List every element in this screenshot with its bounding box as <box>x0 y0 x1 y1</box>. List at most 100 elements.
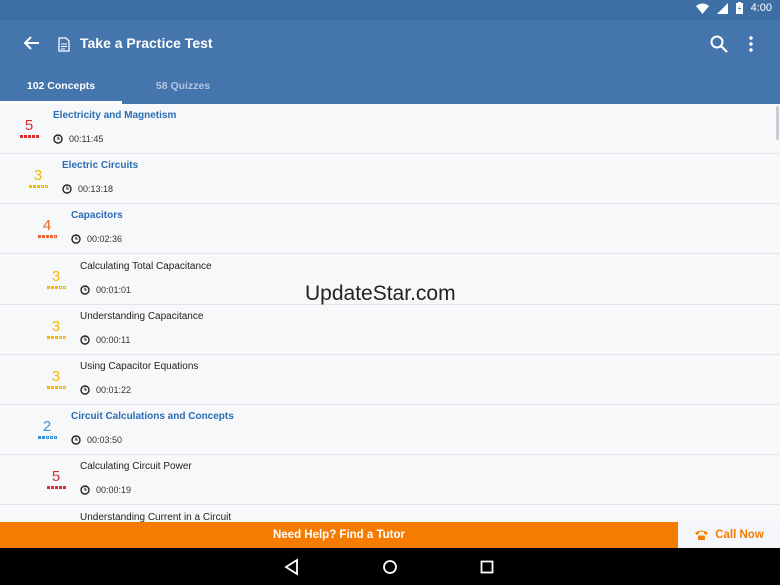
item-duration: 00:11:45 <box>53 134 103 144</box>
watermark: UpdateStar.com <box>305 282 456 305</box>
item-duration: 00:01:01 <box>80 285 131 295</box>
back-arrow-icon[interactable] <box>22 33 42 53</box>
score-level-cell <box>46 285 50 289</box>
score-level-cell <box>46 335 50 339</box>
score-level-bars <box>34 436 60 440</box>
score-level-bars <box>43 386 69 389</box>
score-level-cell <box>58 486 62 490</box>
score-level-bars <box>16 135 42 138</box>
score-badge: 3 <box>43 267 69 289</box>
item-duration: 00:01:22 <box>80 385 131 395</box>
item-title: Using Capacitor Equations <box>80 361 199 372</box>
item-duration: 00:00:19 <box>80 485 131 495</box>
score-level-cell <box>54 386 58 389</box>
score-level-cell <box>46 386 50 389</box>
concept-list: 5 Electricity and Magnetism 00:11:45 3 Elect… <box>0 104 780 522</box>
score-level-cell <box>31 135 35 138</box>
find-tutor-button[interactable]: Need Help? Find a Tutor <box>0 522 678 548</box>
list-item[interactable]: 5 Electricity and Magnetism 00:11:45 <box>0 104 780 154</box>
duration-text: 00:02:36 <box>87 234 123 245</box>
score-level-cell <box>44 185 48 189</box>
battery-icon <box>735 2 743 14</box>
score-level-bars <box>43 335 69 339</box>
score-number: 3 <box>51 267 61 285</box>
clock-icon <box>80 485 90 496</box>
score-level-cell <box>23 135 27 138</box>
tab-bar: 102 Concepts 58 Quizzes <box>0 68 780 104</box>
score-number: 5 <box>24 117 34 134</box>
score-level-cell <box>49 235 53 239</box>
score-number: 3 <box>51 368 61 385</box>
score-level-cell <box>49 436 53 440</box>
score-badge: 3 <box>43 318 69 339</box>
item-duration: 00:02:36 <box>71 234 122 244</box>
score-number: 4 <box>42 217 52 235</box>
score-level-cell <box>62 486 66 490</box>
score-badge: 5 <box>16 118 42 138</box>
score-level-cell <box>53 235 57 239</box>
score-level-bars <box>43 486 69 490</box>
clock-icon <box>71 234 81 245</box>
score-level-cell <box>50 486 54 490</box>
home-circle-icon[interactable] <box>381 558 399 576</box>
document-icon <box>58 37 70 52</box>
duration-text: 00:13:18 <box>78 184 114 195</box>
call-now-button[interactable]: Call Now <box>678 522 780 548</box>
tab-concepts[interactable]: 102 Concepts <box>0 68 122 104</box>
call-now-label: Call Now <box>715 529 764 541</box>
score-level-cell <box>54 335 58 339</box>
score-level-cell <box>41 235 45 239</box>
score-level-cell <box>37 235 41 239</box>
status-bar: 4:00 <box>0 0 780 20</box>
score-level-cell <box>62 285 66 289</box>
recents-square-icon[interactable] <box>478 558 496 576</box>
clock-icon <box>80 385 90 395</box>
list-item[interactable]: 3 Electric Circuits 00:13:18 <box>0 154 780 205</box>
clock-icon <box>80 335 90 345</box>
more-vert-icon[interactable] <box>743 35 759 53</box>
duration-text: 00:00:19 <box>96 485 132 496</box>
wifi-icon <box>695 3 709 14</box>
item-title: Capacitors <box>71 210 123 222</box>
score-level-cell <box>58 285 62 289</box>
score-level-cell <box>50 285 54 289</box>
score-number: 2 <box>42 418 52 436</box>
list-item[interactable]: 5Understanding Current in a Circuit <box>0 505 780 522</box>
score-level-cell <box>54 285 58 289</box>
clock-icon <box>53 134 63 144</box>
duration-text: 00:03:50 <box>87 435 123 446</box>
list-item[interactable]: 3 Understanding Capacitance 00:00:11 <box>0 304 780 355</box>
list-item[interactable]: 2 Circuit Calculations and Concepts 00:03:… <box>0 405 780 456</box>
tab-quizzes[interactable]: 58 Quizzes <box>122 68 244 104</box>
item-duration: 00:13:18 <box>62 184 113 194</box>
page-title: Take a Practice Test <box>80 35 213 51</box>
list-item[interactable]: 3 Using Capacitor Equations 00:01:22 <box>0 355 780 405</box>
app-bar: Take a Practice Test <box>0 20 780 68</box>
score-level-cell <box>32 185 36 189</box>
item-title: Electric Circuits <box>62 160 139 172</box>
score-level-cell <box>50 386 54 389</box>
clock-icon <box>80 284 90 295</box>
back-triangle-icon[interactable] <box>283 558 301 576</box>
score-level-bars <box>43 285 69 289</box>
item-duration: 00:03:50 <box>71 435 122 445</box>
score-level-cell <box>53 436 57 440</box>
scrollbar[interactable] <box>776 106 779 140</box>
item-duration: 00:00:11 <box>80 335 130 345</box>
score-level-cell <box>37 436 41 440</box>
list-item[interactable]: 4 Capacitors 00:02:36 <box>0 204 780 255</box>
score-level-cell <box>41 436 45 440</box>
duration-text: 00:01:22 <box>96 385 132 395</box>
score-level-cell <box>62 335 66 339</box>
duration-text: 00:00:11 <box>96 334 131 345</box>
score-level-cell <box>35 135 39 138</box>
score-level-cell <box>28 185 32 189</box>
duration-text: 00:01:01 <box>96 284 132 295</box>
score-level-cell <box>36 185 40 189</box>
list-item[interactable]: 5 Calculating Circuit Power 00:00:19 <box>0 455 780 506</box>
score-level-cell <box>40 185 44 189</box>
search-icon[interactable] <box>709 34 729 54</box>
score-level-bars <box>25 185 51 189</box>
score-level-cell <box>19 135 23 138</box>
status-time: 4:00 <box>750 2 772 14</box>
